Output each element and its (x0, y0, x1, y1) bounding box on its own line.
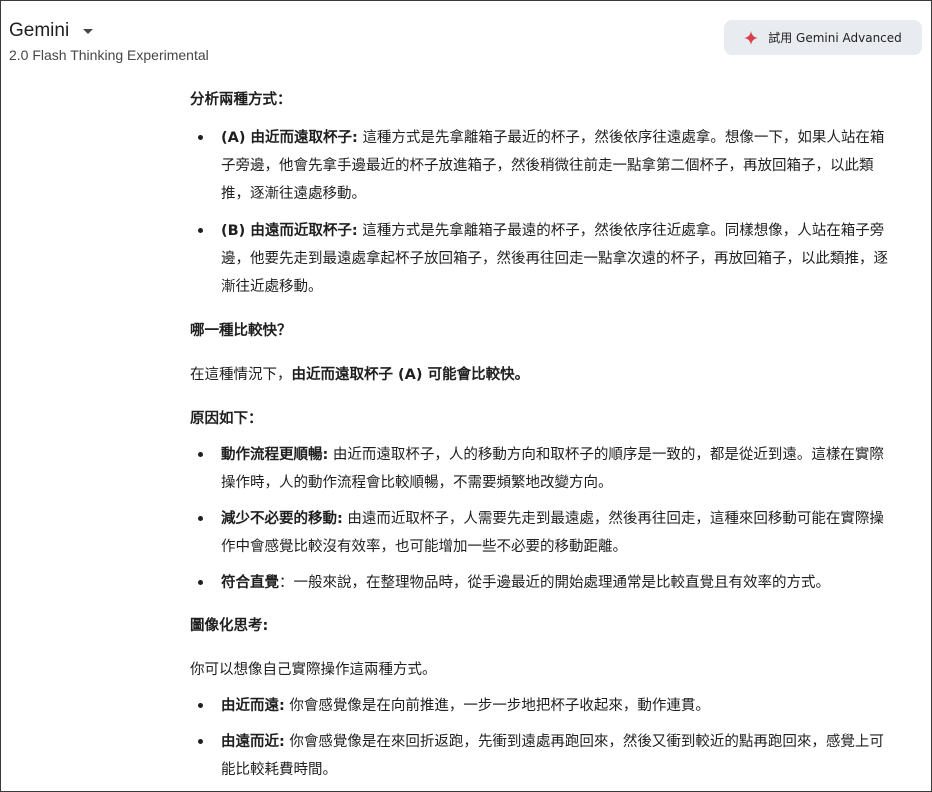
list-item-label: (A) 由近而遠取杯子: (221, 130, 358, 146)
list-item: (A) 由近而遠取杯子: 這種方式是先拿離箱子最近的杯子，然後依序往遠處拿。想像… (190, 124, 895, 208)
section-heading-visual-thinking: 圖像化思考: (190, 618, 269, 634)
list-item-label: 動作流程更順暢: (221, 447, 329, 463)
model-variant: 2.0 Flash Thinking Experimental (9, 47, 209, 63)
list-item-label: 減少不必要的移動: (221, 511, 343, 527)
sparkle-icon (744, 30, 759, 45)
list-item: 符合直覺：一般來說，在整理物品時，從手邊最近的開始處理通常是比較直覺且有效率的方… (190, 569, 895, 597)
list-item: 減少不必要的移動: 由遠而近取杯子，人需要先走到最遠處，然後再往回走，這種來回移… (190, 505, 895, 561)
try-button-label: 試用 Gemini Advanced (768, 31, 902, 45)
conclusion-prefix: 在這種情況下， (190, 367, 292, 383)
list-item: 動作流程更順暢: 由近而遠取杯子，人的移動方向和取杯子的順序是一致的，都是從近到… (190, 441, 895, 497)
section-heading-which-faster: 哪一種比較快？ (190, 323, 292, 339)
list-item-text: ：一般來說，在整理物品時，從手邊最近的開始處理通常是比較直覺且有效率的方式。 (279, 575, 830, 591)
list-item: (B) 由遠而近取杯子: 這種方式是先拿離箱子最遠的杯子，然後依序往近處拿。同樣… (190, 217, 895, 301)
list-item-label: 由近而遠: (221, 698, 285, 714)
top-bar: Gemini 2.0 Flash Thinking Experimental 試… (1, 1, 931, 73)
conclusion-bold: 由近而遠取杯子 (A) 可能會比較快。 (291, 367, 530, 383)
section-heading-reasons: 原因如下： (190, 411, 263, 427)
response-content: 分析兩種方式： (A) 由近而遠取杯子: 這種方式是先拿離箱子最近的杯子，然後依… (190, 83, 895, 784)
section-heading-analysis: 分析兩種方式： (190, 92, 292, 108)
list-item-label: 由遠而近: (221, 734, 285, 750)
list-item-label: 符合直覺 (221, 575, 279, 591)
chevron-down-icon[interactable] (83, 28, 94, 34)
model-name[interactable]: Gemini (9, 20, 69, 42)
visual-thinking-intro: 你可以想像自己實際操作這兩種方式。 (190, 662, 437, 678)
analysis-list: (A) 由近而遠取杯子: 這種方式是先拿離箱子最近的杯子，然後依序往遠處拿。想像… (190, 124, 895, 301)
conclusion-paragraph: 在這種情況下，由近而遠取杯子 (A) 可能會比較快。 (190, 361, 895, 389)
try-gemini-advanced-button[interactable]: 試用 Gemini Advanced (724, 20, 922, 55)
list-item-text: 你會感覺像是在向前推進，一步一步地把杯子收起來，動作連貫。 (289, 698, 710, 714)
list-item-label: (B) 由遠而近取杯子: (221, 223, 358, 239)
model-selector[interactable]: Gemini (9, 20, 94, 42)
list-item: 由近而遠: 你會感覺像是在向前推進，一步一步地把杯子收起來，動作連貫。 (190, 692, 895, 720)
visual-thinking-list: 由近而遠: 你會感覺像是在向前推進，一步一步地把杯子收起來，動作連貫。 由遠而近… (190, 692, 895, 784)
list-item-text: 你會感覺像是在來回折返跑，先衝到遠處再跑回來，然後又衝到較近的點再跑回來，感覺上… (221, 734, 884, 778)
reasons-list: 動作流程更順暢: 由近而遠取杯子，人的移動方向和取杯子的順序是一致的，都是從近到… (190, 441, 895, 597)
list-item: 由遠而近: 你會感覺像是在來回折返跑，先衝到遠處再跑回來，然後又衝到較近的點再跑… (190, 728, 895, 784)
